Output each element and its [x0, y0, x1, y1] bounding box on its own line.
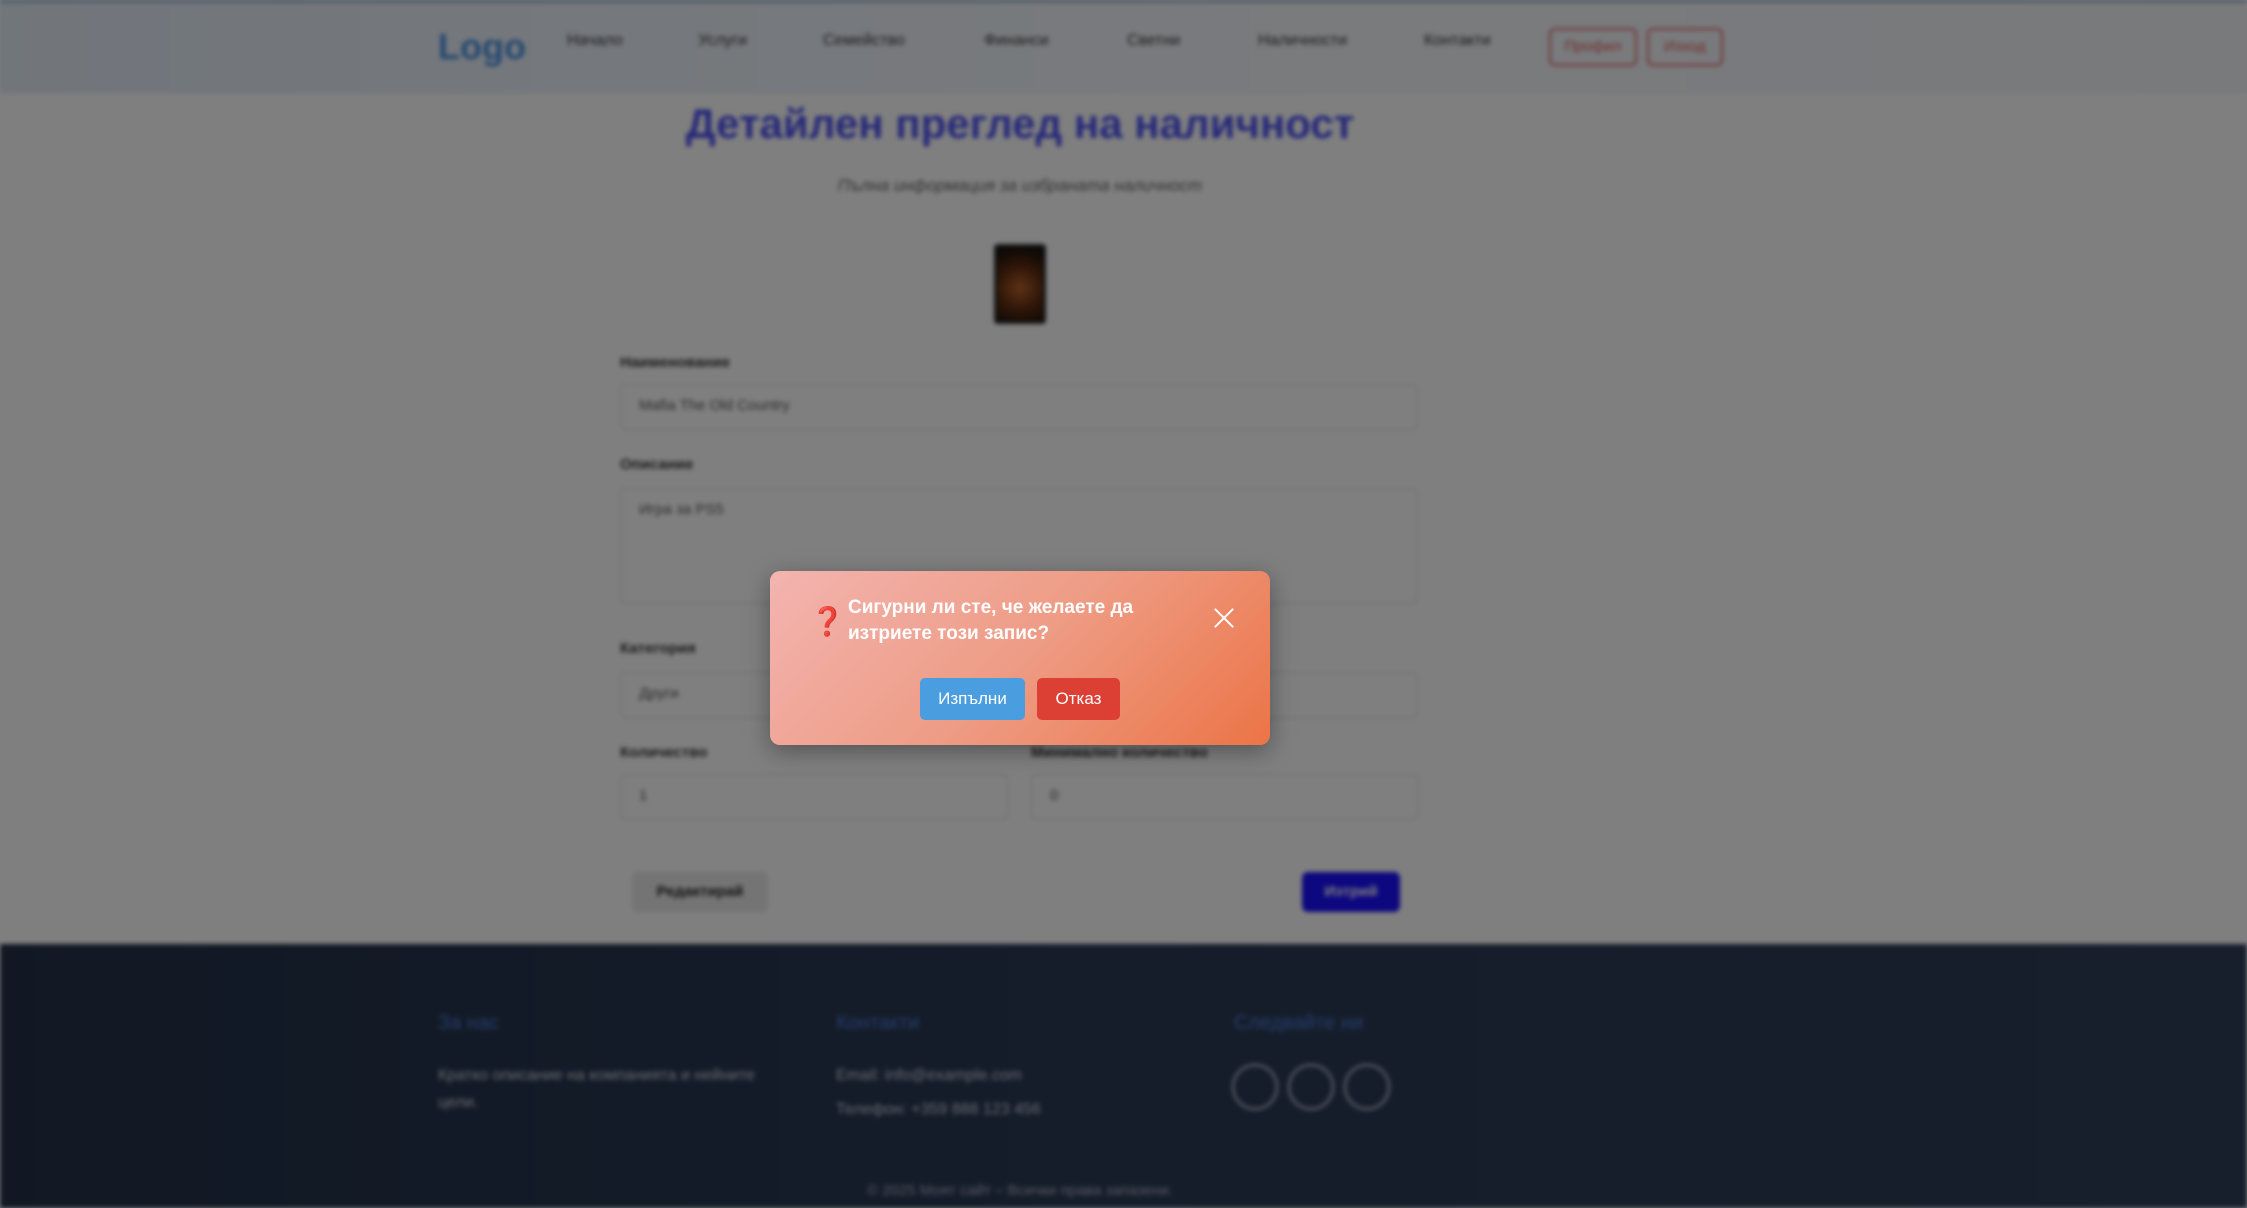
dialog-message: Сигурни ли сте, че желаете да изтриете т…: [848, 597, 1134, 644]
question-icon: ❓: [810, 606, 845, 637]
confirm-dialog: ❓ Сигурни ли сте, че желаете да изтриете…: [770, 571, 1270, 745]
close-icon[interactable]: [1213, 607, 1235, 629]
confirm-button[interactable]: Изпълни: [920, 678, 1025, 720]
cancel-button[interactable]: Отказ: [1037, 678, 1120, 720]
